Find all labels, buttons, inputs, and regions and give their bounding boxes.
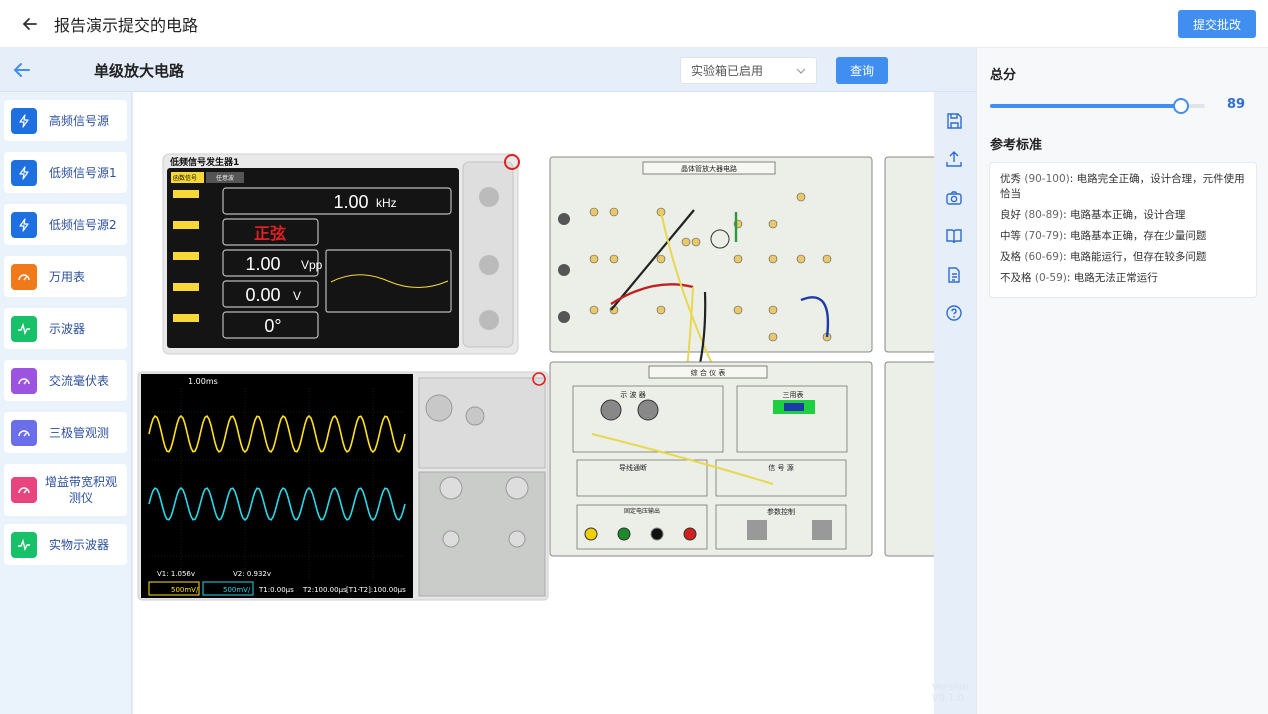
save-icon[interactable] — [945, 112, 965, 132]
osc-ch2: 500mV/ — [223, 586, 251, 594]
pulse-icon — [11, 315, 37, 342]
criteria-box: 优秀 (90-100): 电路完全正确，设计合理，元件使用恰当良好 (80-89… — [989, 162, 1257, 298]
sidebar-item[interactable]: 低频信号源1 — [4, 152, 127, 193]
amp-value: 1.00 — [245, 254, 280, 274]
criteria-item: 优秀 (90-100): 电路完全正确，设计合理，元件使用恰当 — [1000, 173, 1245, 200]
offset-unit: V — [293, 289, 301, 303]
circuit-back-arrow-icon[interactable] — [12, 60, 32, 80]
board2-dc-label: 固定电压输出 — [624, 507, 660, 515]
osc-timebase: 1.00ms — [188, 377, 218, 386]
generator-tab2: 任意波 — [216, 174, 234, 182]
sidebar-item[interactable]: 低频信号源2 — [4, 204, 127, 245]
amp-unit: Vpp — [301, 258, 323, 272]
version-label: Version: V0.1.0 — [931, 682, 972, 704]
grading-panel: 总分 89 参考标准 优秀 (90-100): 电路完全正确，设计合理，元件使用… — [976, 48, 1268, 714]
osc-v1: V1: 1.056v — [157, 570, 195, 578]
criteria-item: 良好 (80-89): 电路基本正确，设计合理 — [1000, 209, 1186, 221]
workspace: 单级放大电路 实验箱已启用 查询 高频信号源低频信号源1 低频信号源2 万用表示波器… — [0, 48, 976, 714]
criteria-item: 及格 (60-69): 电路能运行，但存在较多问题 — [1000, 251, 1207, 263]
instrument-sidebar: 高频信号源低频信号源1 低频信号源2 万用表示波器交流毫伏表三极管观测增益带宽积观测… — [0, 92, 132, 714]
bolt-icon — [11, 159, 37, 186]
slider-knob[interactable] — [1173, 98, 1190, 114]
criteria-label: 参考标准 — [990, 138, 1043, 153]
osc-ch1: 500mV/ — [171, 586, 199, 594]
circuit-header: 单级放大电路 实验箱已启用 查询 — [0, 48, 976, 92]
page-title: 报告演示提交的电路 — [54, 15, 199, 35]
help-icon[interactable] — [945, 304, 965, 324]
waveform-value: 正弦 — [254, 224, 286, 243]
canvas-toolbar: Version: V0.1.0 — [931, 92, 976, 714]
canvas-drawing: 低频信号发生器1 函数信号 任意波 1.00 kHz 正弦 1.00 Vpp 0… — [137, 153, 934, 601]
sidebar-item[interactable]: 高频信号源 — [4, 100, 127, 141]
sidebar-item[interactable]: 示波器 — [4, 308, 127, 349]
sidebar-item[interactable]: 增益带宽积观 测仪 — [4, 464, 127, 516]
sidebar-item[interactable]: 三极管观测 — [4, 412, 127, 453]
chevron-down-icon — [796, 68, 806, 74]
amplifier-board-2[interactable] — [884, 156, 934, 557]
circuit-title: 单级放大电路 — [94, 62, 185, 80]
gauge-icon — [11, 367, 37, 394]
sidebar-item-label: 增益带宽积观 测仪 — [45, 475, 118, 505]
board2-osc-label: 示 波 器 — [620, 390, 645, 399]
score-slider[interactable] — [990, 98, 1205, 114]
gauge-icon — [11, 419, 37, 446]
query-button[interactable]: 查询 — [836, 57, 888, 84]
generator-tab1: 函数信号 — [173, 174, 197, 182]
osc-v2: V2: 0.932v — [233, 570, 271, 578]
sidebar-item-label: 低频信号源2 — [49, 217, 117, 232]
board2-param-label: 参数控制 — [767, 507, 795, 516]
status-select-value: 实验箱已启用 — [691, 64, 764, 78]
gauge-icon — [11, 477, 37, 503]
score-value: 89 — [1227, 97, 1246, 112]
bolt-icon — [11, 107, 37, 134]
sidebar-item-label: 万用表 — [49, 269, 86, 284]
offset-value: 0.00 — [245, 285, 280, 305]
slider-fill — [990, 104, 1182, 108]
criteria-item: 不及格 (0-59): 电路无法正常运行 — [1000, 272, 1158, 284]
submit-grading-button[interactable]: 提交批改 — [1178, 10, 1256, 38]
gauge-icon — [11, 263, 37, 290]
sidebar-item-label: 高频信号源 — [49, 113, 110, 128]
freq-value: 1.00 — [333, 192, 368, 212]
board2-sig-label: 信 号 源 — [768, 463, 793, 472]
sidebar-item-label: 三极管观测 — [49, 425, 110, 440]
sidebar-item[interactable]: 交流毫伏表 — [4, 360, 127, 401]
board2-meter-label: 三用表 — [783, 390, 804, 399]
bolt-icon — [11, 211, 37, 238]
instruments-board[interactable]: 综 合 仪 表 示 波 器 三用表 导线通断 信 号 源 固定电压输出 参数控制 — [549, 361, 873, 557]
pulse-icon — [11, 531, 37, 558]
board1-title: 晶体管放大器电路 — [681, 164, 737, 173]
osc-t2: T2:100.00μs — [302, 586, 347, 594]
top-bar: 报告演示提交的电路 提交批改 — [0, 0, 1268, 48]
total-score-label: 总分 — [990, 68, 1017, 83]
sidebar-item-label: 实物示波器 — [49, 537, 110, 552]
freq-unit: kHz — [376, 196, 397, 210]
oscilloscope[interactable]: 1.00ms V1: 1.056v V2: 0.932v 500mV/ 500m… — [137, 371, 549, 601]
camera-icon[interactable] — [945, 189, 965, 209]
generator-title: 低频信号发生器1 — [169, 156, 239, 168]
status-select[interactable]: 实验箱已启用 — [680, 57, 817, 84]
phase-value: 0° — [264, 316, 281, 336]
criteria-item: 中等 (70-79): 电路基本正确，存在少量问题 — [1000, 230, 1207, 242]
circuit-canvas[interactable]: 低频信号发生器1 函数信号 任意波 1.00 kHz 正弦 1.00 Vpp 0… — [133, 92, 934, 714]
sidebar-item[interactable]: 万用表 — [4, 256, 127, 297]
sidebar-item-label: 交流毫伏表 — [49, 373, 110, 388]
signal-generator[interactable]: 低频信号发生器1 函数信号 任意波 1.00 kHz 正弦 1.00 Vpp 0… — [162, 153, 520, 355]
osc-dt: [T1-T2]:100.00μs — [346, 586, 406, 594]
back-arrow-icon[interactable] — [20, 14, 40, 34]
board2-title: 综 合 仪 表 — [691, 368, 726, 377]
sidebar-item-label: 示波器 — [49, 321, 86, 336]
document-icon[interactable] — [945, 266, 965, 286]
sidebar-item-label: 低频信号源1 — [49, 165, 117, 180]
board2-cont-label: 导线通断 — [619, 463, 647, 472]
sidebar-item[interactable]: 实物示波器 — [4, 524, 127, 565]
upload-icon[interactable] — [945, 150, 965, 170]
osc-t1: T1:0.00μs — [258, 586, 294, 594]
book-icon[interactable] — [945, 227, 965, 247]
